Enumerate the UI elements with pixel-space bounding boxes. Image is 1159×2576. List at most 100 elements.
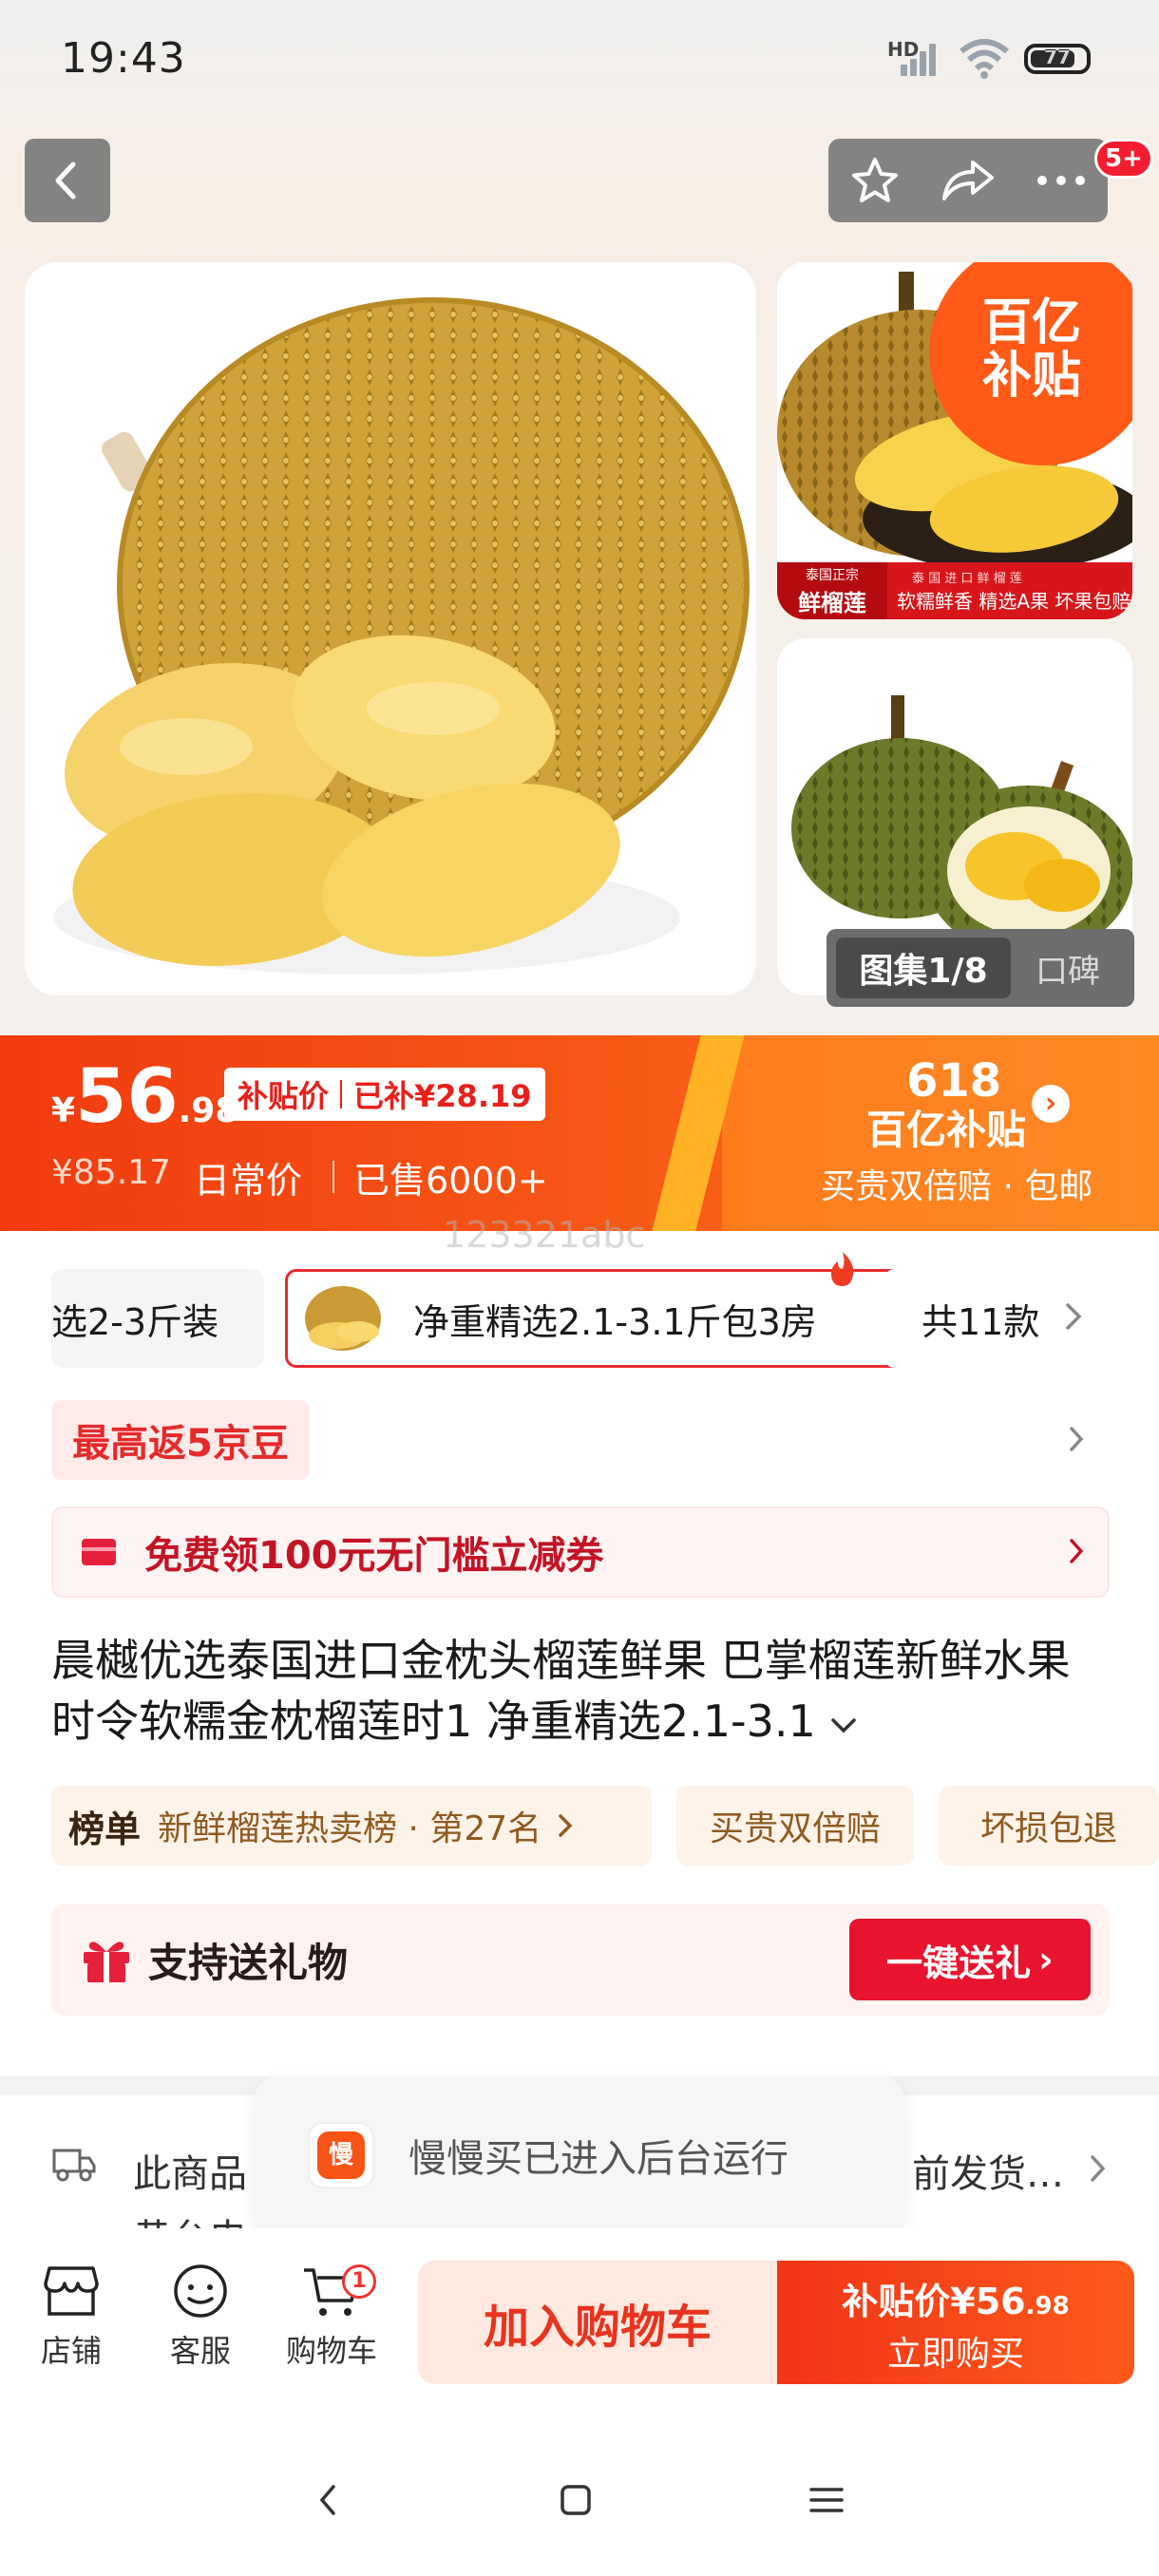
rank-row: 榜单 新鲜榴莲热卖榜 · 第27名 买贵双倍赔 坏损包退 xyxy=(51,1786,1159,1866)
subsidy-corner-line1: 百亿 xyxy=(982,294,1082,351)
chevron-right-icon[interactable] xyxy=(1062,1425,1091,1453)
price-band: ¥56.98 补贴价 已补¥28.19 ¥85.17 日常价 已售6000+ 6… xyxy=(0,1035,1159,1231)
battery-level: 77 xyxy=(1044,46,1071,68)
gift-support-box: 支持送礼物 一键送礼 › xyxy=(51,1904,1110,2016)
more-button[interactable] xyxy=(1023,142,1099,218)
price-currency: ¥ xyxy=(51,1091,76,1130)
customer-service-button[interactable]: 客服 xyxy=(148,2263,253,2371)
share-arrow-icon xyxy=(942,161,994,200)
status-time: 19:43 xyxy=(61,34,186,83)
more-badge: 5+ xyxy=(1094,139,1153,179)
thumb-promo-strip: 泰国正宗 鲜榴莲 泰 国 进 口 鲜 榴 莲 软糯鲜香 精选A果 坏果包赔 xyxy=(777,562,1132,619)
buy-now-label: 立即购买 xyxy=(886,2335,1024,2374)
send-gift-label: 一键送礼 xyxy=(886,1941,1032,1984)
durian-illustration xyxy=(53,297,750,975)
coupon-icon xyxy=(82,1539,116,1565)
background-running-toast: 慢 慢慢买已进入后台运行 xyxy=(255,2076,904,2234)
signal-icon xyxy=(901,42,942,76)
chevron-down-icon[interactable] xyxy=(829,1715,858,1736)
current-price: ¥56.98 xyxy=(51,1054,238,1140)
chevron-right-icon: › xyxy=(1038,1939,1054,1980)
share-button[interactable] xyxy=(930,142,1006,218)
hot-flame-icon xyxy=(830,1252,854,1286)
chevron-right-icon[interactable] xyxy=(1062,1537,1091,1565)
buy-now-price-decimal: .98 xyxy=(1025,2292,1070,2320)
chevron-right-icon[interactable] xyxy=(1062,1299,1085,1334)
shipping-text-line1-end: 前发货… xyxy=(912,2152,1064,2196)
ranking-badge[interactable]: 榜单 新鲜榴莲热卖榜 · 第27名 xyxy=(51,1786,652,1866)
wifi-icon xyxy=(960,39,1009,79)
product-main-image[interactable] xyxy=(25,262,756,995)
gift-icon xyxy=(84,1941,129,1982)
sold-count: 已售6000+ xyxy=(353,1160,548,1202)
price-integer: 56 xyxy=(75,1054,179,1140)
chevron-left-icon xyxy=(55,161,76,199)
sku-count-label: 共11款 xyxy=(922,1300,1040,1343)
cart-label: 购物车 xyxy=(285,2333,377,2369)
sku-option-selected[interactable]: 净重精选2.1-3.1斤包3房 xyxy=(285,1269,912,1368)
subsidy-corner-line2: 补贴 xyxy=(982,348,1082,405)
product-thumb-1[interactable]: 百亿 补贴 泰国正宗 鲜榴莲 泰 国 进 口 鲜 榴 莲 软糯鲜香 精选A果 坏… xyxy=(777,262,1132,619)
app-icon-glyph: 慢 xyxy=(317,2131,365,2179)
jd-beans-reward[interactable]: 最高返5京豆 xyxy=(51,1400,310,1480)
guarantee-damage-return[interactable]: 坏损包退 xyxy=(939,1786,1159,1866)
promo-subtitle: 买贵双倍赔 · 包邮 xyxy=(821,1167,1093,1206)
chevron-left-icon xyxy=(319,2485,335,2515)
promo-title[interactable]: 百亿补贴 xyxy=(866,1098,1026,1156)
subsidy-tag-divider xyxy=(340,1080,343,1108)
chevron-right-icon[interactable]: › xyxy=(1032,1085,1070,1123)
add-to-cart-button[interactable]: 加入购物车 xyxy=(418,2261,777,2384)
thumb-strip-tagline: 泰 国 进 口 鲜 榴 莲 xyxy=(912,572,1022,586)
ranking-text: 新鲜榴莲热卖榜 · 第27名 xyxy=(158,1809,542,1848)
system-home-button[interactable] xyxy=(547,2472,604,2529)
toast-message: 慢慢买已进入后台运行 xyxy=(408,2137,788,2181)
gift-label: 支持送礼物 xyxy=(148,1939,349,1986)
subsidy-label: 补贴价 xyxy=(238,1078,330,1114)
ranking-label: 榜单 xyxy=(68,1808,142,1850)
customer-service-label: 客服 xyxy=(169,2333,231,2369)
sku-thumb-image xyxy=(299,1279,389,1358)
sku-option-1[interactable]: 选2-3斤装 xyxy=(51,1269,264,1368)
price-divider xyxy=(332,1161,334,1193)
system-menu-button[interactable] xyxy=(798,2472,855,2529)
store-label: 店铺 xyxy=(40,2333,102,2369)
buy-now-button[interactable]: 补贴价¥56.98 立即购买 xyxy=(777,2261,1134,2384)
store-icon xyxy=(44,2266,99,2316)
watermark-text: 123321abc xyxy=(443,1214,646,1256)
customer-service-icon xyxy=(174,2264,227,2318)
voucher-banner[interactable]: 免费领100元无门槛立减券 xyxy=(51,1506,1110,1598)
battery-icon: 77 xyxy=(1024,44,1091,74)
delivery-truck-icon xyxy=(52,2149,96,2182)
sku-option-selected-label: 净重精选2.1-3.1斤包3房 xyxy=(413,1300,817,1343)
send-gift-button[interactable]: 一键送礼 › xyxy=(849,1919,1091,2000)
tab-gallery[interactable]: 图集1/8 xyxy=(836,938,1011,998)
tab-reviews[interactable]: 口碑 xyxy=(1011,945,1125,992)
product-title-text: 晨樾优选泰国进口金枕头榴莲鲜果 巴掌榴莲新鲜水果 时令软糯金枕榴莲时1 净重精选… xyxy=(51,1635,1071,1747)
favorite-button[interactable] xyxy=(837,142,913,218)
subsidy-amount: 已补¥28.19 xyxy=(353,1078,532,1114)
thumb-strip-tag-small: 泰国正宗 xyxy=(806,567,859,583)
system-back-button[interactable] xyxy=(300,2472,357,2529)
header-actions xyxy=(828,139,1108,222)
more-dots-icon xyxy=(1037,176,1085,185)
thumb-strip-tag: 泰国正宗 鲜榴莲 xyxy=(777,562,887,619)
chevron-right-icon xyxy=(1091,2155,1106,2182)
daily-price-label: 日常价 xyxy=(194,1160,303,1202)
gallery-tab-switcher: 图集1/8 口碑 xyxy=(826,929,1134,1007)
store-button[interactable]: 店铺 xyxy=(19,2263,124,2371)
app-icon: 慢 xyxy=(308,2122,374,2188)
chevron-right-icon xyxy=(559,1814,573,1837)
star-icon xyxy=(852,158,898,202)
cart-count-badge: 1 xyxy=(342,2264,376,2299)
home-square-icon xyxy=(560,2485,591,2515)
back-button[interactable] xyxy=(25,139,110,222)
product-title: 晨樾优选泰国进口金枕头榴莲鲜果 巴掌榴莲新鲜水果 时令软糯金枕榴莲时1 净重精选… xyxy=(51,1630,1119,1752)
sku-option-1-label: 选2-3斤装 xyxy=(51,1300,219,1343)
shipping-text-line1: 此商品 xyxy=(133,2152,247,2196)
system-navigation-bar xyxy=(0,2418,1159,2576)
guarantee-double-compensation[interactable]: 买贵双倍赔 xyxy=(676,1786,914,1866)
thumb-strip-items: 软糯鲜香 精选A果 坏果包赔 xyxy=(897,590,1131,613)
thumb-strip-tag-big: 鲜榴莲 xyxy=(798,589,866,616)
original-price: ¥85.17 xyxy=(51,1153,171,1192)
status-bar: 19:43 HD 77 xyxy=(0,0,1159,118)
